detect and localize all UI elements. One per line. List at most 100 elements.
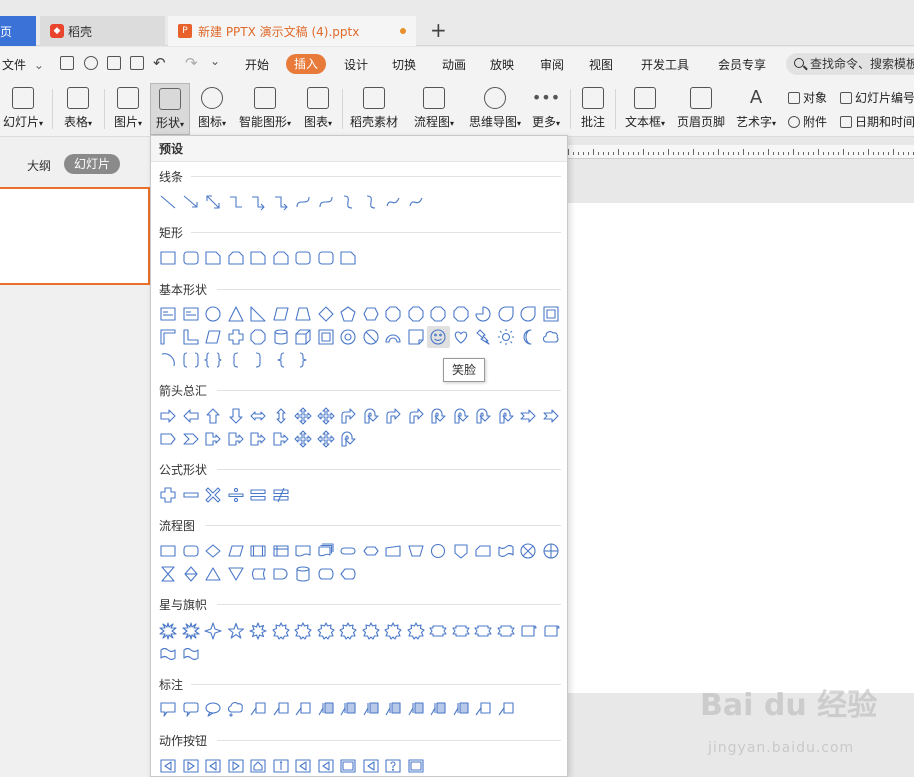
shape-donut-icon[interactable]	[337, 326, 360, 348]
shape-uarrow-icon[interactable]	[202, 405, 225, 427]
shape-starnum-icon[interactable]	[315, 620, 338, 642]
shape-lshape-icon[interactable]	[180, 326, 203, 348]
shape-uturn-icon[interactable]	[472, 405, 495, 427]
shapes-button[interactable]: 形状▾	[150, 83, 190, 135]
shape-quadarrow-icon[interactable]	[315, 405, 338, 427]
shape-line-icon[interactable]	[157, 191, 180, 213]
shape-elbow-icon[interactable]	[225, 191, 248, 213]
shape-tri-icon[interactable]	[225, 303, 248, 325]
command-search-input[interactable]: 查找命令、搜索模板	[786, 53, 914, 75]
tab-home[interactable]: 页	[0, 16, 36, 46]
shape-oct-icon[interactable]	[427, 303, 450, 325]
shape-fdata-icon[interactable]	[225, 540, 248, 562]
shape-abtnblank-icon[interactable]	[337, 755, 360, 776]
shape-callbar-icon[interactable]	[382, 698, 405, 720]
shape-free-icon[interactable]	[405, 191, 428, 213]
shape-noentry-icon[interactable]	[360, 326, 383, 348]
menu-slideshow[interactable]: 放映	[490, 56, 514, 73]
shape-callrect-icon[interactable]	[157, 698, 180, 720]
shape-fprep-icon[interactable]	[360, 540, 383, 562]
table-button[interactable]: 表格▾	[58, 83, 98, 135]
shape-curve-icon[interactable]	[292, 191, 315, 213]
shape-larrow-icon[interactable]	[180, 405, 203, 427]
menu-animation[interactable]: 动画	[442, 56, 466, 73]
shape-starnum-icon[interactable]	[360, 620, 383, 642]
shape-callrrect-icon[interactable]	[180, 698, 203, 720]
shape-smiley-icon[interactable]	[427, 326, 450, 348]
shape-abtn-icon[interactable]	[202, 755, 225, 776]
redo-icon[interactable]: ↷	[185, 54, 198, 72]
shape-quadarrow-icon[interactable]	[292, 405, 315, 427]
format-painter-icon[interactable]	[84, 56, 98, 70]
shape-elbowa-icon[interactable]	[270, 191, 293, 213]
new-tab-button[interactable]: +	[430, 18, 447, 42]
shape-divide-icon[interactable]	[225, 484, 248, 506]
tab-outline[interactable]: 大纲	[27, 157, 51, 174]
shape-heart-icon[interactable]	[450, 326, 473, 348]
shape-snip-icon[interactable]	[247, 247, 270, 269]
menu-file[interactable]: 文件 ⌄	[2, 56, 44, 73]
shape-tear-icon[interactable]	[517, 303, 540, 325]
shape-fmultidoc-icon[interactable]	[315, 540, 338, 562]
shape-fdisplay-icon[interactable]	[337, 563, 360, 585]
shape-abtnblank-icon[interactable]	[405, 755, 428, 776]
shape-chevron-icon[interactable]	[180, 428, 203, 450]
docer-material-button[interactable]: 稻壳素材	[348, 83, 400, 135]
shape-quadarrow-icon[interactable]	[315, 428, 338, 450]
more-button[interactable]: ••• 更多▾	[528, 83, 564, 135]
comment-button[interactable]: 批注	[575, 83, 611, 135]
shape-rrect-icon[interactable]	[292, 247, 315, 269]
shape-rtri-icon[interactable]	[247, 303, 270, 325]
shape-bolt-icon[interactable]	[472, 326, 495, 348]
shape-oct-icon[interactable]	[382, 303, 405, 325]
shape-abtn-icon[interactable]	[157, 755, 180, 776]
shape-star4-icon[interactable]	[202, 620, 225, 642]
shape-burst-icon[interactable]	[180, 620, 203, 642]
shape-udarrow-icon[interactable]	[270, 405, 293, 427]
shape-for-icon[interactable]	[540, 540, 563, 562]
shape-trap-icon[interactable]	[292, 303, 315, 325]
shape-fdecision-icon[interactable]	[202, 540, 225, 562]
shape-darrowb-icon[interactable]	[225, 405, 248, 427]
shape-moon-icon[interactable]	[517, 326, 540, 348]
shape-ribbon-icon[interactable]	[472, 620, 495, 642]
shape-bentarrow-icon[interactable]	[337, 405, 360, 427]
shape-plus-icon[interactable]	[157, 484, 180, 506]
shape-darrow-icon[interactable]	[202, 191, 225, 213]
tab-document[interactable]: P 新建 PPTX 演示文稿 (4).pptx	[168, 16, 416, 46]
shape-uturn-icon[interactable]	[360, 405, 383, 427]
shape-pentarrow-icon[interactable]	[157, 428, 180, 450]
shape-can-icon[interactable]	[270, 326, 293, 348]
shape-fpredef-icon[interactable]	[247, 540, 270, 562]
shape-notched-icon[interactable]	[540, 405, 563, 427]
shape-abtn-icon[interactable]	[292, 755, 315, 776]
tab-docer[interactable]: ◆ 稻壳	[40, 16, 165, 46]
shape-starn-icon[interactable]	[247, 620, 270, 642]
shape-circle-icon[interactable]	[202, 303, 225, 325]
wordart-button[interactable]: A 艺术字▾	[731, 83, 781, 135]
shape-callline-icon[interactable]	[472, 698, 495, 720]
shape-sun-icon[interactable]	[495, 326, 518, 348]
shape-uturn-icon[interactable]	[337, 428, 360, 450]
shape-dbracket-icon[interactable]	[180, 349, 203, 371]
attachment-button[interactable]: 附件	[788, 113, 827, 130]
shape-fold-icon[interactable]	[405, 326, 428, 348]
shape-fdelay-icon[interactable]	[270, 563, 293, 585]
shape-fsum-icon[interactable]	[517, 540, 540, 562]
shape-free-icon[interactable]	[382, 191, 405, 213]
shape-starnum-icon[interactable]	[292, 620, 315, 642]
shape-snip2-icon[interactable]	[270, 247, 293, 269]
shape-fterm-icon[interactable]	[337, 540, 360, 562]
shape-callcloud-icon[interactable]	[225, 698, 248, 720]
shape-falt-icon[interactable]	[180, 540, 203, 562]
print-icon[interactable]	[107, 56, 121, 70]
shape-callline-icon[interactable]	[495, 698, 518, 720]
shape-lbracket-icon[interactable]	[225, 349, 248, 371]
shape-rrect-icon[interactable]	[180, 247, 203, 269]
picture-button[interactable]: 图片▾	[108, 83, 148, 135]
shape-arcline-icon[interactable]	[157, 349, 180, 371]
shape-fdirect-icon[interactable]	[315, 563, 338, 585]
shape-fdoc-icon[interactable]	[292, 540, 315, 562]
shape-callarrow-icon[interactable]	[202, 428, 225, 450]
textbox-button[interactable]: 文本框▾	[620, 83, 670, 135]
